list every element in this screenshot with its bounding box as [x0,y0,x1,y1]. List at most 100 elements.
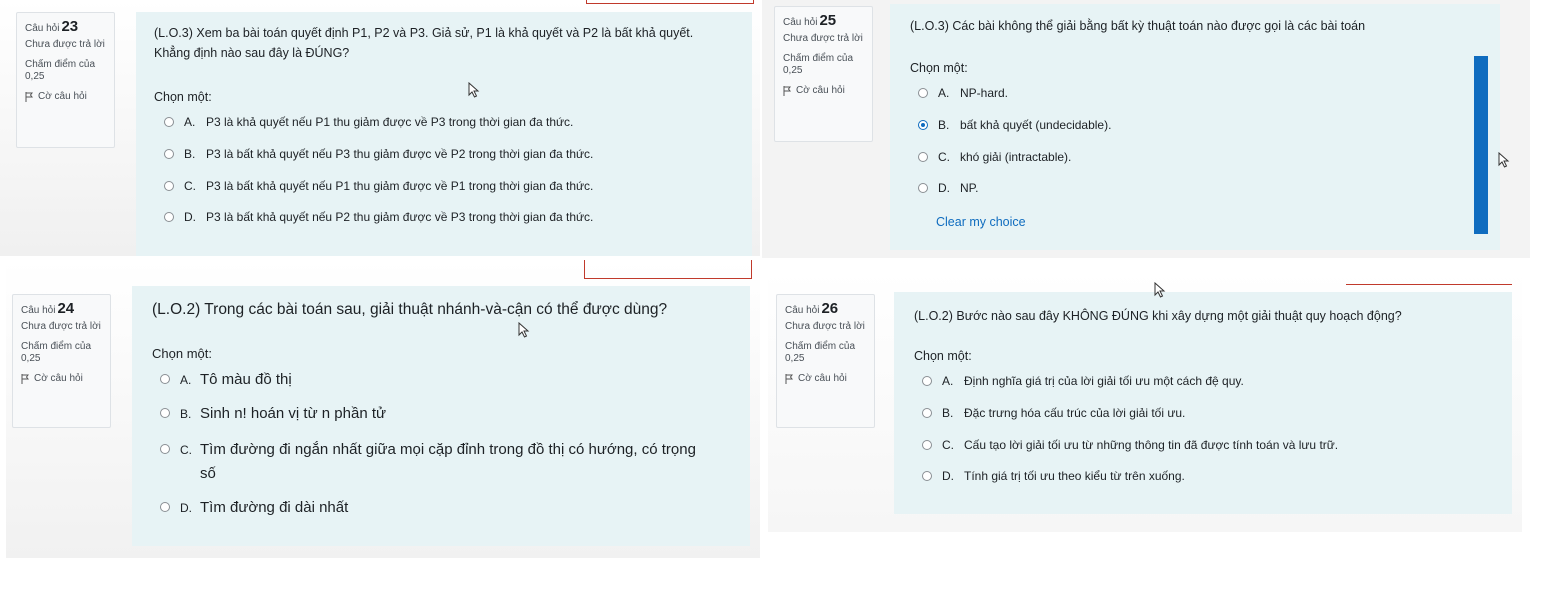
option-d[interactable]: D. NP. [918,181,978,195]
flag-icon [785,374,793,384]
option-letter: C. [942,438,954,452]
flag-question-link[interactable]: Cờ câu hỏi [785,373,868,385]
radio-a[interactable] [164,117,174,127]
option-letter: B. [942,406,954,420]
option-b[interactable]: B. Đặc trưng hóa cấu trúc của lời giải t… [922,406,1185,420]
option-text: Tính giá trị tối ưu theo kiểu từ trên xu… [964,469,1185,483]
radio-c[interactable] [160,444,170,454]
option-text: P3 là bất khả quyết nếu P3 thu giảm được… [206,147,594,161]
previous-question-border [584,260,752,279]
question-text: (L.O.3) Các bài không thể giải bằng bất … [910,19,1366,33]
choose-one-label: Chọn một: [914,349,972,363]
option-letter: D. [942,469,954,483]
option-text: P3 là khả quyết nếu P1 thu giảm được về … [206,115,574,129]
question-text: (L.O.2) Bước nào sau đây KHÔNG ĐÚNG khi … [914,309,1402,323]
mouse-cursor-icon [1154,282,1166,298]
question-label: Câu hỏi [21,305,56,316]
radio-a[interactable] [160,374,170,384]
question-number-value: 24 [57,300,75,317]
radio-c[interactable] [918,152,928,162]
option-a[interactable]: A. P3 là khả quyết nếu P1 thu giảm được … [164,115,573,129]
option-d[interactable]: D. Tính giá trị tối ưu theo kiểu từ trên… [922,469,1185,483]
radio-b-selected[interactable] [918,120,928,130]
option-text: khó giải (intractable). [960,150,1072,164]
option-b[interactable]: B. Sinh n! hoán vị từ n phần tử [160,402,386,426]
scrollbar-thumb[interactable] [1474,56,1488,234]
question-number: Câu hỏi 26 [785,300,868,317]
option-text: NP-hard. [960,86,1009,100]
flag-label: Cờ câu hỏi [38,91,87,102]
option-b[interactable]: B. bất khả quyết (undecidable). [918,118,1111,132]
option-c[interactable]: C. P3 là bất khả quyết nếu P1 thu giảm đ… [164,179,593,193]
previous-question-border [586,0,754,4]
question-25-panel: Câu hỏi 25 Chưa được trả lời Chấm điểm củ… [762,0,1530,258]
question-26-panel: Câu hỏi 26 Chưa được trả lời Chấm điểm củ… [768,270,1522,532]
question-info-24: Câu hỏi 24 Chưa được trả lời Chấm điểm củ… [12,294,111,428]
flag-icon [25,92,33,102]
radio-a[interactable] [918,88,928,98]
option-letter: D. [180,501,192,515]
question-content-23: (L.O.3) Xem ba bài toán quyết định P1, P… [136,12,752,256]
option-c[interactable]: C. khó giải (intractable). [918,150,1071,164]
option-letter: B. [184,147,196,161]
option-text: bất khả quyết (undecidable). [960,118,1112,132]
option-b[interactable]: B. P3 là bất khả quyết nếu P3 thu giảm đ… [164,147,593,161]
question-23-panel: Câu hỏi 23 Chưa được trả lời Chấm điểm củ… [0,0,760,256]
radio-d[interactable] [922,471,932,481]
option-text: P3 là bất khả quyết nếu P2 thu giảm được… [206,210,594,224]
radio-c[interactable] [164,181,174,191]
option-letter: B. [180,407,192,421]
question-mark: Chấm điểm của 0,25 [785,341,856,364]
question-label: Câu hỏi [25,23,60,34]
radio-b[interactable] [160,408,170,418]
question-mark: Chấm điểm của 0,25 [783,53,854,76]
question-mark: Chấm điểm của 0,25 [21,341,92,364]
flag-question-link[interactable]: Cờ câu hỏi [21,373,104,385]
option-letter: C. [184,179,196,193]
radio-c[interactable] [922,440,932,450]
radio-d[interactable] [164,212,174,222]
radio-b[interactable] [164,149,174,159]
option-d[interactable]: D. Tìm đường đi dài nhất [160,496,348,520]
option-text: Tô màu đồ thị [200,371,292,388]
question-24-panel: Câu hỏi 24 Chưa được trả lời Chấm điểm củ… [6,260,760,558]
option-c[interactable]: C. Cấu tạo lời giải tối ưu từ những thôn… [922,438,1338,452]
question-state: Chưa được trả lời [21,321,101,332]
question-number: Câu hỏi 25 [783,12,866,29]
option-a[interactable]: A. Định nghĩa giá trị của lời giải tối ư… [922,374,1244,388]
question-text: (L.O.2) Trong các bài toán sau, giải thu… [152,301,668,318]
radio-b[interactable] [922,408,932,418]
clear-choice-link[interactable]: Clear my choice [936,215,1026,229]
option-text: NP. [960,181,979,195]
question-number: Câu hỏi 24 [21,300,104,317]
question-number-value: 25 [819,12,837,29]
flag-icon [783,86,791,96]
question-info-25: Câu hỏi 25 Chưa được trả lời Chấm điểm củ… [774,6,873,142]
option-c[interactable]: C. Tìm đường đi ngắn nhất giữa mọi cặp đ… [160,438,720,486]
option-text: Cấu tạo lời giải tối ưu từ những thông t… [964,438,1339,452]
flag-question-link[interactable]: Cờ câu hỏi [783,85,866,97]
option-text: Định nghĩa giá trị của lời giải tối ưu m… [964,374,1244,388]
option-letter: A. [180,373,192,387]
question-state: Chưa được trả lời [25,39,105,50]
question-text: (L.O.3) Xem ba bài toán quyết định P1, P… [154,26,694,60]
option-letter: D. [938,181,950,195]
option-letter: C. [180,443,192,457]
radio-a[interactable] [922,376,932,386]
option-text: Đặc trưng hóa cấu trúc của lời giải tối … [964,406,1186,420]
question-number-value: 26 [821,300,839,317]
flag-question-link[interactable]: Cờ câu hỏi [25,91,108,103]
mouse-cursor-icon [518,322,530,338]
option-d[interactable]: D. P3 là bất khả quyết nếu P2 thu giảm đ… [164,210,593,224]
question-number: Câu hỏi 23 [25,18,108,35]
choose-one-label: Chọn một: [910,61,968,75]
option-a[interactable]: A. Tô màu đồ thị [160,368,292,392]
question-state: Chưa được trả lời [783,33,863,44]
question-number-value: 23 [61,18,79,35]
radio-d[interactable] [160,502,170,512]
option-letter: A. [938,86,950,100]
radio-d[interactable] [918,183,928,193]
option-a[interactable]: A. NP-hard. [918,86,1008,100]
option-letter: A. [942,374,954,388]
flag-icon [21,374,29,384]
